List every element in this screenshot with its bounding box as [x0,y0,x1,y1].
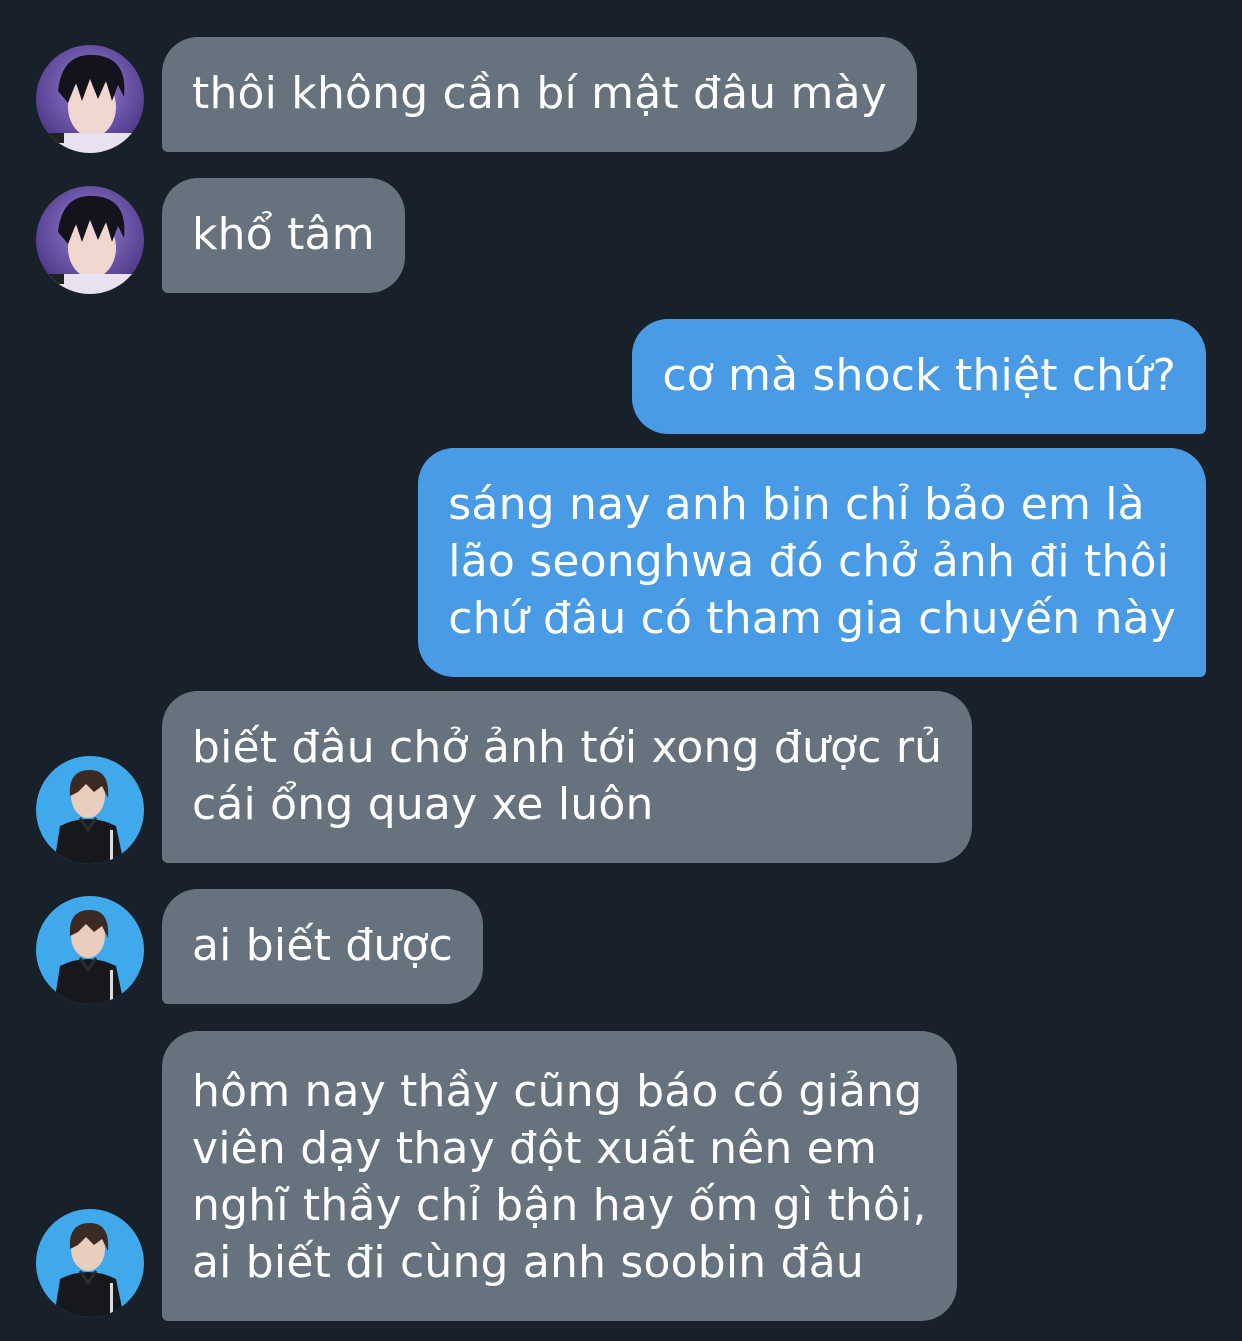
contact-avatar-purple[interactable] [36,186,144,294]
message-bubble-incoming[interactable]: thôi không cần bí mật đâu mày [162,37,918,152]
contact-avatar-purple[interactable] [36,45,144,153]
message-bubble-incoming[interactable]: biết đâu chở ảnh tới xong được rủ cái ổn… [162,691,973,863]
message-bubble-outgoing[interactable]: sáng nay anh bin chỉ bảo em là lão seong… [418,448,1206,677]
message-bubble-incoming[interactable]: hôm nay thầy cũng báo có giảng viên dạy … [162,1031,957,1321]
message-bubble-incoming[interactable]: ai biết được [162,889,483,1004]
message-bubble-incoming[interactable]: khổ tâm [162,178,405,293]
message-bubble-outgoing[interactable]: cơ mà shock thiệt chứ? [632,319,1206,434]
contact-avatar-blue[interactable] [36,896,144,1004]
contact-avatar-blue[interactable] [36,1209,144,1317]
contact-avatar-blue[interactable] [36,756,144,864]
